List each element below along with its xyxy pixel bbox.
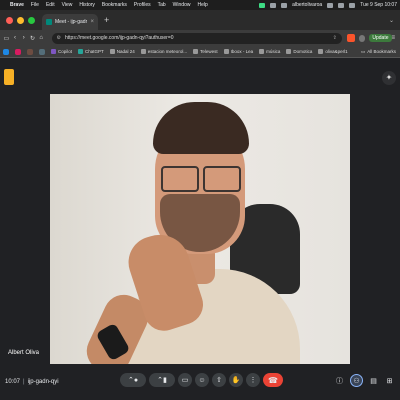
mic-icon: ●: [133, 376, 139, 384]
mac-menubar: Brave File Edit View History Bookmarks P…: [0, 0, 400, 10]
bookmark-telewest[interactable]: Telewest: [193, 49, 218, 54]
browser-toolbar: ▭ ‹ › ↻ ⌂ ⚙ https://meet.google.com/ijp-…: [0, 30, 400, 46]
meet-control-bar: 10:07 | ijp-gadn-qyi ⌃ ● ⌃ ▮ ▭ ☺ ⇧ ✋ ⋮ ☎ ⓘ ⚇…: [0, 371, 400, 400]
participant-name: Albert Oliva: [8, 350, 40, 356]
tab-bar: Meet - ijp-gadn-qyi × + ⌄: [0, 10, 400, 30]
menu-bookmarks[interactable]: Bookmarks: [102, 2, 127, 8]
tab-search-chevron-icon[interactable]: ⌄: [389, 17, 394, 24]
call-controls: ⌃ ● ⌃ ▮ ▭ ☺ ⇧ ✋ ⋮ ☎: [120, 373, 283, 387]
bookmark-app-4[interactable]: [39, 48, 45, 55]
share-icon[interactable]: ⇪: [333, 35, 337, 41]
address-bar[interactable]: ⚙ https://meet.google.com/ijp-gadn-qyi?a…: [51, 32, 342, 44]
emoji-icon: ☺: [198, 376, 206, 384]
brave-shields-icon[interactable]: [346, 34, 355, 42]
activities-button[interactable]: ⊞: [384, 375, 395, 386]
menu-file[interactable]: File: [31, 2, 39, 8]
menu-window[interactable]: Window: [173, 2, 191, 8]
bookmark-domotica[interactable]: Domotica: [286, 49, 312, 54]
minimize-window-button[interactable]: [17, 16, 24, 24]
url-text: https://meet.google.com/ijp-gadn-qyi?aut…: [65, 35, 174, 41]
phone-end-icon: ☎: [268, 375, 278, 385]
people-icon: ⚇: [353, 377, 360, 385]
bookmark-app-2[interactable]: [15, 48, 21, 55]
back-button[interactable]: ‹: [11, 35, 20, 41]
side-panel-buttons: ⓘ ⚇ ▤ ⊞: [334, 374, 395, 387]
reload-button[interactable]: ↻: [28, 35, 37, 42]
camera-button[interactable]: ⌃ ▮: [149, 373, 175, 387]
camera-icon: ▮: [163, 377, 167, 384]
browser-menu-icon[interactable]: ≡: [392, 35, 396, 41]
close-tab-icon[interactable]: ×: [90, 19, 94, 25]
search-icon[interactable]: [338, 2, 345, 8]
present-icon: ⇧: [216, 377, 222, 384]
sidebar-toggle-icon[interactable]: ▭: [2, 35, 11, 42]
menu-edit[interactable]: Edit: [46, 2, 55, 8]
tab-meet[interactable]: Meet - ijp-gadn-qyi ×: [42, 14, 98, 30]
battery-icon[interactable]: [270, 2, 277, 8]
meeting-details-button[interactable]: ⓘ: [334, 375, 345, 386]
meeting-code: ijp-gadn-qyi: [27, 379, 59, 385]
captions-icon: ▭: [181, 377, 189, 384]
visual-effects-icon[interactable]: ✦: [382, 71, 396, 85]
new-tab-button[interactable]: +: [104, 15, 109, 25]
emoji-button[interactable]: ☺: [195, 373, 209, 387]
bookmark-nadal[interactable]: Nadal 24: [109, 49, 135, 54]
camera-status-icon[interactable]: [259, 2, 266, 8]
bookmark-oliva[interactable]: oliva&perl1: [318, 49, 348, 54]
menu-help[interactable]: Help: [197, 2, 207, 8]
meeting-time: 10:07: [5, 379, 21, 385]
chat-icon: ▤: [370, 377, 377, 385]
people-button[interactable]: ⚇: [350, 374, 363, 387]
bookmark-app-1[interactable]: [3, 48, 9, 55]
captions-button[interactable]: ▭: [178, 373, 192, 387]
hand-icon: ✋: [231, 377, 241, 384]
meet-logo-icon: [4, 69, 14, 85]
menu-profiles[interactable]: Profiles: [134, 2, 151, 8]
menubar-status-area: albertolivaroa Tue 9 Sep 10:07: [259, 2, 400, 8]
menu-tab[interactable]: Tab: [158, 2, 166, 8]
bookmarks-bar: Copilot ChatGPT Nadal 24 estacion meteor…: [0, 46, 400, 58]
meeting-info: 10:07 | ijp-gadn-qyi: [5, 379, 59, 385]
more-options-button[interactable]: ⋮: [246, 373, 260, 387]
activities-icon: ⊞: [386, 377, 393, 385]
video-person-glasses: [155, 166, 245, 192]
all-bookmarks[interactable]: ▭ All Bookmarks: [361, 49, 396, 55]
menubar-username[interactable]: albertolivaroa: [292, 2, 322, 8]
menu-view[interactable]: View: [62, 2, 73, 8]
raise-hand-button[interactable]: ✋: [229, 373, 243, 387]
bookmarks-folder-icon: ▭: [360, 48, 366, 54]
microphone-button[interactable]: ⌃ ●: [120, 373, 146, 387]
more-vert-icon: ⋮: [249, 377, 257, 384]
info-icon: ⓘ: [336, 377, 343, 385]
menu-history[interactable]: History: [79, 2, 95, 8]
menubar-datetime[interactable]: Tue 9 Sep 10:07: [360, 2, 397, 8]
bookmark-estacion[interactable]: estacion meteorol...: [140, 49, 187, 54]
bookmark-chatgpt[interactable]: ChatGPT: [78, 49, 104, 54]
wifi-icon[interactable]: [327, 2, 334, 8]
present-button[interactable]: ⇧: [212, 373, 226, 387]
bookmark-copilot[interactable]: Copilot: [51, 49, 72, 54]
bookmark-page-icon[interactable]: ⌂: [37, 35, 46, 41]
bookmark-musica[interactable]: música: [259, 49, 280, 54]
window-controls: [0, 16, 42, 24]
update-button[interactable]: Update: [369, 34, 392, 42]
control-center-icon[interactable]: [349, 2, 356, 8]
participant-video[interactable]: [50, 94, 350, 364]
extension-icon[interactable]: [358, 34, 366, 42]
leave-call-button[interactable]: ☎: [263, 373, 283, 387]
forward-button[interactable]: ›: [19, 35, 28, 41]
site-info-icon[interactable]: ⚙: [57, 35, 61, 41]
chat-button[interactable]: ▤: [368, 375, 379, 386]
bookmark-iboox[interactable]: Iboox - Lea: [223, 49, 253, 54]
meet-stage: ✦ Albert Oliva 10:07 | ijp-gadn-qyi ⌃ ● ⌃ ▮ …: [0, 59, 400, 400]
close-window-button[interactable]: [6, 16, 13, 24]
menu-app-name[interactable]: Brave: [10, 2, 24, 8]
bookmark-app-3[interactable]: [27, 48, 33, 55]
zoom-window-button[interactable]: [28, 16, 35, 24]
meet-favicon-icon: [46, 19, 52, 25]
tab-title: Meet - ijp-gadn-qyi: [55, 19, 87, 25]
bluetooth-icon[interactable]: [281, 2, 288, 8]
